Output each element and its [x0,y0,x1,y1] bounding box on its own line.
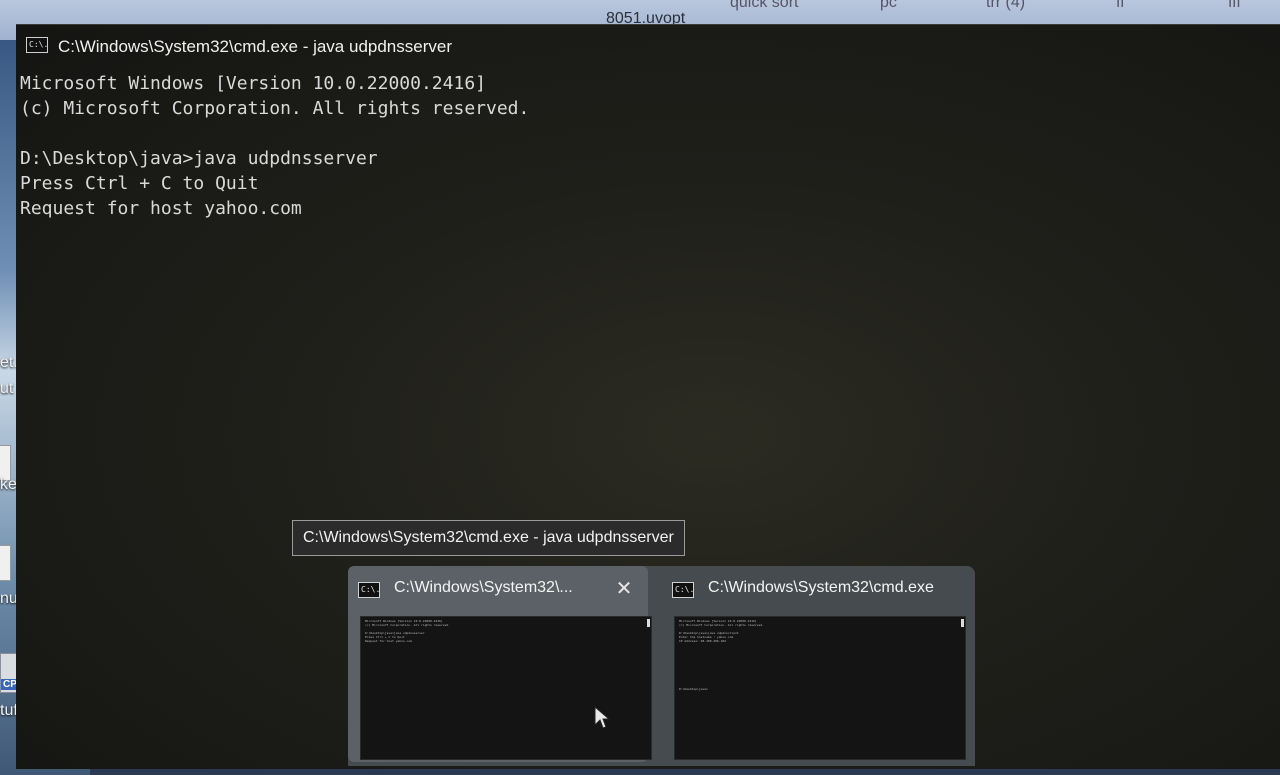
window-title: C:\Windows\System32\cmd.exe - java udpdn… [58,37,452,56]
thumbnail-preview: Microsoft Windows [Version 10.0.22000.24… [360,616,652,760]
desktop-icon-label[interactable]: fff [1228,0,1241,12]
close-icon[interactable]: ✕ [612,576,636,600]
scrollbar-thumb [647,619,650,627]
desktop-icon-label[interactable]: quick sort [730,0,798,12]
cmd-icon: C:\. [672,582,694,598]
thumbnail-preview-text: Microsoft Windows [Version 10.0.22000.24… [365,619,450,643]
console-line: Request for host yahoo.com [20,198,302,219]
cmd-icon: C:\. [26,37,48,53]
scrollbar-thumb [961,619,964,627]
console-output[interactable]: Microsoft Windows [Version 10.0.22000.24… [20,71,529,221]
console-line: D:\Desktop\java>java udpdnsserver [20,148,378,169]
mouse-cursor-icon [594,706,610,729]
cmd-icon: C:\. [358,582,380,598]
taskbar-thumbnail-flyout: C:\. C:\Windows\System32\... ✕ Microsoft… [348,566,975,766]
console-line: (c) Microsoft Corporation. All rights re… [20,98,530,119]
console-line: Press Ctrl + C to Quit [20,173,259,194]
file-icon[interactable] [0,545,11,581]
thumbnail-preview-text: Microsoft Windows [Version 10.0.22000.24… [679,619,764,691]
desktop-icon-label[interactable]: trr (4) [986,0,1025,12]
thumbnail-cmd[interactable]: C:\. C:\Windows\System32\cmd.exe Microso… [662,566,966,762]
desktop-icon-label[interactable]: ff [1116,0,1125,12]
taskbar-tooltip: C:\Windows\System32\cmd.exe - java udpdn… [292,520,685,556]
thumbnail-preview: Microsoft Windows [Version 10.0.22000.24… [674,616,966,760]
console-line: Microsoft Windows [Version 10.0.22000.24… [20,73,486,94]
thumbnail-title: C:\Windows\System32\... [394,579,573,596]
console-titlebar[interactable]: C:\. C:\Windows\System32\cmd.exe - java … [16,25,1280,69]
thumbnail-cmd-java[interactable]: C:\. C:\Windows\System32\... ✕ Microsoft… [348,566,652,762]
desktop-icon-label[interactable]: pc [880,0,897,12]
desktop-icon-label[interactable]: ut [0,380,13,398]
thumbnail-title: C:\Windows\System32\cmd.exe [708,579,934,596]
